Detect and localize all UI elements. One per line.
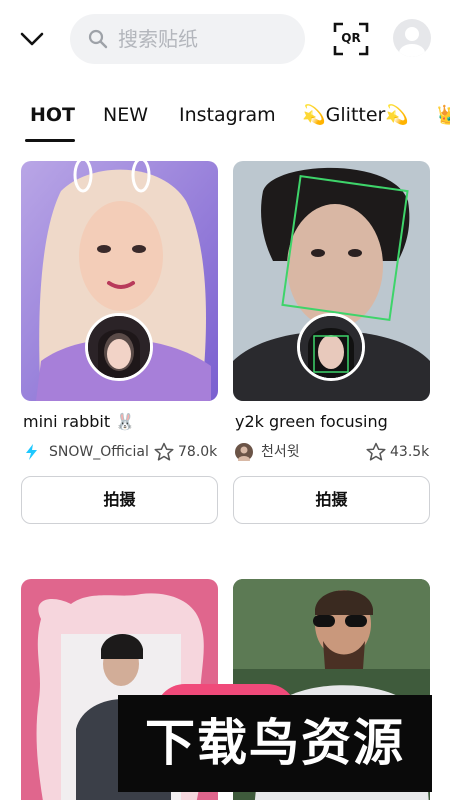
tab-glitter[interactable]: 💫Glitter💫 bbox=[302, 96, 409, 134]
tab-crown[interactable]: 👑 bbox=[437, 96, 450, 134]
like-count: 78.0k bbox=[178, 444, 218, 460]
tab-hot[interactable]: HOT bbox=[30, 96, 75, 134]
search-icon bbox=[88, 29, 108, 49]
sticker-preview-image[interactable] bbox=[21, 161, 218, 401]
qr-label: QR bbox=[341, 31, 361, 45]
snow-logo-icon bbox=[23, 443, 41, 461]
top-bar: 搜索贴纸 QR bbox=[0, 0, 450, 78]
shoot-button[interactable]: 拍摄 bbox=[233, 476, 430, 524]
active-tab-indicator bbox=[25, 139, 75, 142]
shoot-button[interactable]: 拍摄 bbox=[21, 476, 218, 524]
sticker-meta: SNOW_Official 78.0k bbox=[21, 441, 218, 463]
watermark-text: 下载鸟资源 bbox=[145, 714, 405, 772]
sticker-meta: 천서윗 43.5k bbox=[233, 441, 430, 464]
chevron-down-icon[interactable] bbox=[18, 26, 46, 50]
star-icon[interactable] bbox=[366, 442, 386, 462]
search-input[interactable]: 搜索贴纸 bbox=[70, 14, 305, 64]
user-silhouette-icon bbox=[399, 27, 425, 57]
author-name[interactable]: SNOW_Official bbox=[49, 441, 149, 463]
sticker-effect-badge bbox=[85, 313, 153, 381]
watermark-overlay: 下载鸟资源 bbox=[118, 695, 432, 792]
search-placeholder: 搜索贴纸 bbox=[118, 27, 198, 51]
qr-scan-button[interactable]: QR bbox=[333, 22, 369, 56]
tab-new[interactable]: NEW bbox=[103, 96, 148, 134]
like-count: 43.5k bbox=[390, 444, 430, 460]
tab-instagram[interactable]: Instagram bbox=[179, 96, 276, 134]
sticker-title: y2k green focusing bbox=[235, 412, 388, 431]
sticker-title: mini rabbit 🐰 bbox=[23, 412, 136, 431]
user-avatar-icon bbox=[235, 443, 253, 464]
star-icon[interactable] bbox=[154, 442, 174, 462]
category-tabs: HOT NEW Instagram 💫Glitter💫 👑 bbox=[0, 96, 450, 144]
profile-avatar[interactable] bbox=[393, 19, 431, 57]
author-name[interactable]: 천서윗 bbox=[261, 441, 300, 463]
sticker-effect-badge bbox=[297, 313, 365, 381]
sticker-preview-image[interactable] bbox=[233, 161, 430, 401]
